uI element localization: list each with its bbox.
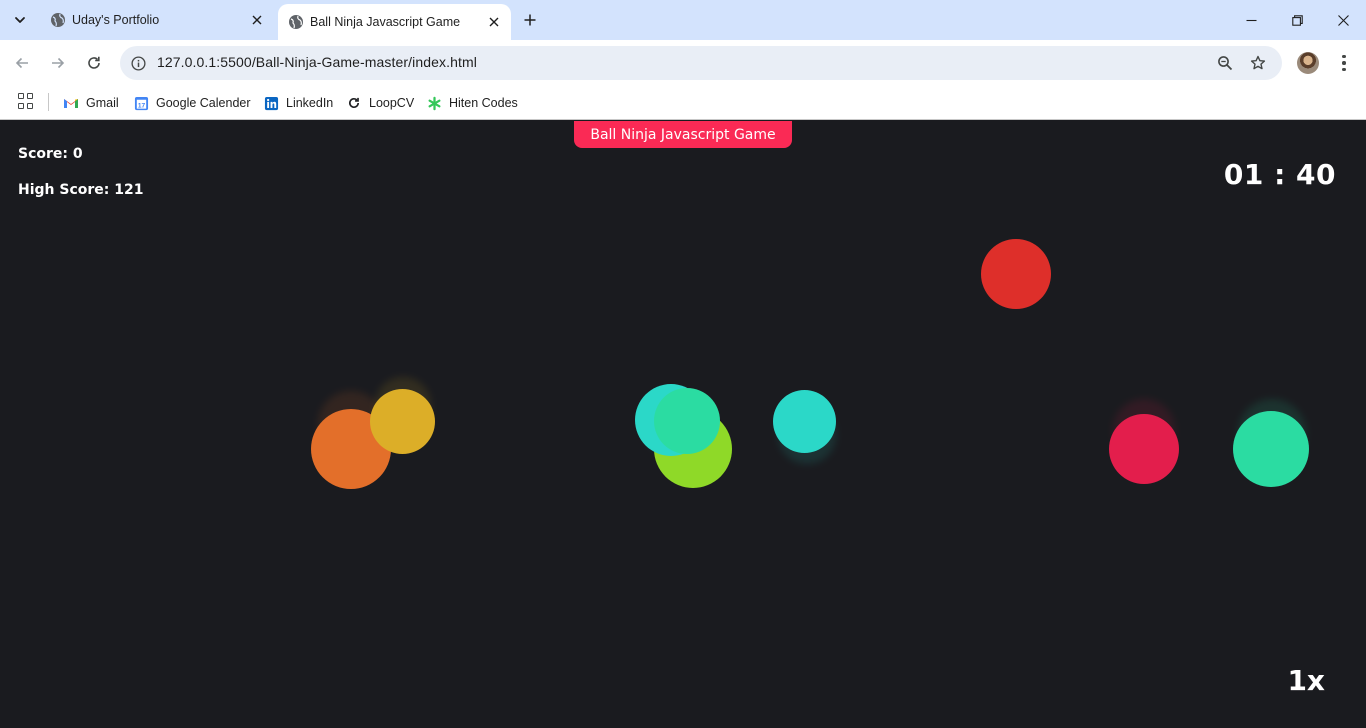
menu-dot bbox=[1342, 67, 1346, 72]
globe-icon bbox=[51, 13, 65, 27]
bookmark-hiten-codes[interactable]: Hiten Codes bbox=[426, 91, 518, 115]
globe-icon bbox=[289, 15, 303, 29]
timer-text: 01 : 40 bbox=[1223, 158, 1336, 191]
tab-title: Uday's Portfolio bbox=[72, 13, 160, 27]
zoom-icon bbox=[1218, 56, 1233, 71]
close-icon bbox=[252, 15, 262, 25]
bookmark-loopcv[interactable]: LoopCV bbox=[346, 91, 414, 115]
bookmarks-bar: Gmail 17 Google Calender LinkedIn LoopCV… bbox=[0, 86, 1366, 120]
bookmark-linkedin[interactable]: LinkedIn bbox=[263, 91, 333, 115]
ball-crimson[interactable] bbox=[1109, 414, 1179, 484]
info-icon bbox=[130, 55, 146, 71]
bookmark-label: Google Calender bbox=[156, 96, 251, 110]
gmail-icon bbox=[63, 95, 79, 111]
arrow-left-icon bbox=[15, 57, 28, 69]
menu-dot bbox=[1342, 61, 1346, 65]
star-icon bbox=[1250, 55, 1266, 70]
bookmark-label: LinkedIn bbox=[286, 96, 334, 110]
plus-icon bbox=[524, 14, 536, 26]
apps-icon[interactable] bbox=[18, 93, 34, 109]
loopcv-icon bbox=[346, 95, 362, 111]
restore-button[interactable] bbox=[1274, 0, 1320, 40]
restore-icon bbox=[1291, 14, 1303, 26]
bookmark-google-calender[interactable]: 17 Google Calender bbox=[133, 91, 251, 115]
score-text: Score: 0 bbox=[18, 146, 83, 162]
menu-dot bbox=[1342, 54, 1346, 59]
bookmark-gmail[interactable]: Gmail bbox=[63, 91, 119, 115]
reload-button[interactable] bbox=[78, 47, 110, 79]
url-text[interactable]: 127.0.0.1:5500/Ball-Ninja-Game-master/in… bbox=[157, 54, 477, 70]
new-tab-button[interactable] bbox=[518, 8, 542, 32]
site-info-button[interactable] bbox=[128, 53, 148, 73]
reload-icon bbox=[88, 56, 100, 69]
zoom-button[interactable] bbox=[1215, 53, 1235, 73]
back-button[interactable] bbox=[6, 47, 38, 79]
bookmark-star-button[interactable] bbox=[1248, 53, 1268, 73]
address-bar[interactable]: 127.0.0.1:5500/Ball-Ninja-Game-master/in… bbox=[120, 46, 1282, 80]
hiten-codes-icon bbox=[426, 95, 442, 111]
browser-menu-button[interactable] bbox=[1334, 52, 1354, 74]
ball-cyan[interactable] bbox=[773, 390, 836, 453]
chevron-down-icon bbox=[15, 17, 25, 23]
high-score-text: High Score: 121 bbox=[18, 182, 144, 198]
browser-toolbar: 127.0.0.1:5500/Ball-Ninja-Game-master/in… bbox=[0, 40, 1366, 86]
ball-yellow[interactable] bbox=[370, 389, 435, 454]
game-canvas[interactable]: Ball Ninja Javascript Game Score: 0 High… bbox=[0, 121, 1366, 728]
tab-strip: Uday's Portfolio Ball Ninja Javascript G… bbox=[0, 0, 1366, 40]
bookmark-label: Gmail bbox=[86, 96, 119, 110]
svg-text:17: 17 bbox=[137, 102, 145, 109]
arrow-right-icon bbox=[52, 57, 65, 69]
tab-title: Ball Ninja Javascript Game bbox=[310, 15, 461, 29]
tab-search-button[interactable] bbox=[6, 6, 34, 34]
ball-green[interactable] bbox=[1233, 411, 1309, 487]
bookmarks-separator bbox=[48, 93, 49, 111]
close-icon bbox=[1337, 14, 1349, 26]
ball-red[interactable] bbox=[981, 239, 1051, 309]
tab-udays-portfolio[interactable]: Uday's Portfolio bbox=[40, 0, 274, 40]
tab-ball-ninja[interactable]: Ball Ninja Javascript Game bbox=[278, 4, 511, 40]
bookmark-label: LoopCV bbox=[369, 96, 415, 110]
close-tab-button[interactable] bbox=[248, 11, 266, 29]
minimize-icon bbox=[1246, 19, 1256, 21]
multiplier-text: 1x bbox=[1287, 664, 1325, 697]
close-window-button[interactable] bbox=[1320, 0, 1366, 40]
linkedin-icon bbox=[263, 95, 279, 111]
forward-button[interactable] bbox=[42, 47, 74, 79]
calendar-icon: 17 bbox=[133, 95, 149, 111]
close-tab-button[interactable] bbox=[485, 13, 503, 31]
ball-green[interactable] bbox=[654, 388, 720, 454]
minimize-button[interactable] bbox=[1228, 0, 1274, 40]
close-icon bbox=[489, 17, 499, 27]
profile-avatar[interactable] bbox=[1297, 52, 1319, 74]
game-title-banner: Ball Ninja Javascript Game bbox=[574, 121, 792, 148]
bookmark-label: Hiten Codes bbox=[449, 96, 518, 110]
